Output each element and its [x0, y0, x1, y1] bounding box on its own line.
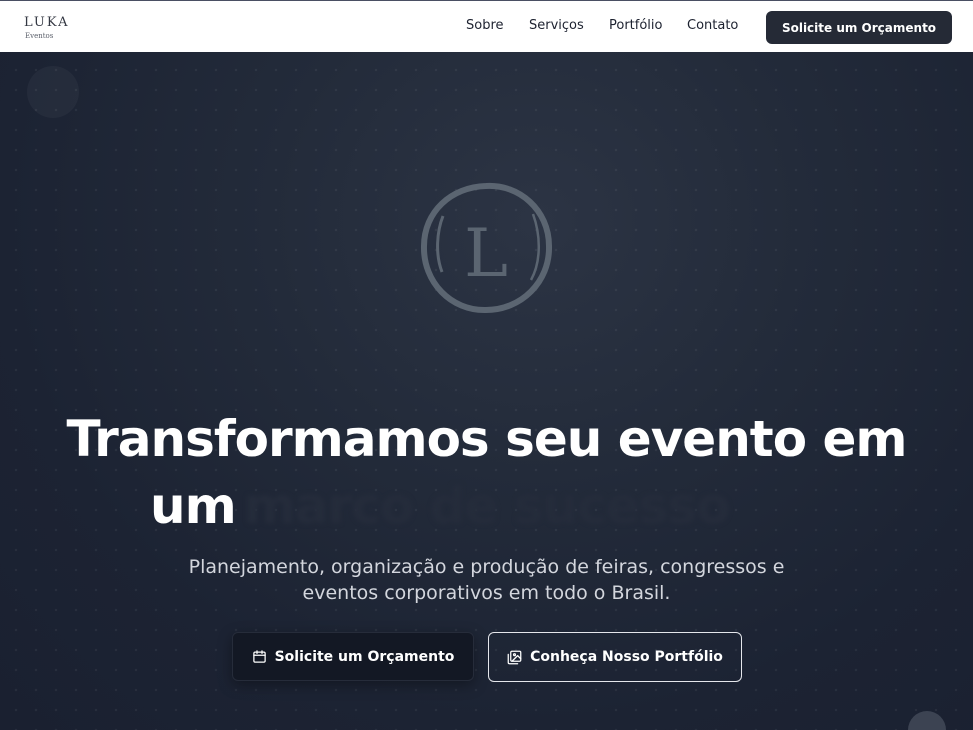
- navbar: LUKA Eventos Sobre Serviços Portfólio Co…: [0, 1, 973, 52]
- nav-link-contato[interactable]: Contato: [687, 18, 738, 33]
- calendar-icon: [252, 649, 267, 664]
- hero-quote-button-label: Solicite um Orçamento: [274, 648, 455, 665]
- hero-subtitle: Planejamento, organização e produção de …: [188, 556, 785, 604]
- hero-quote-button[interactable]: Solicite um Orçamento: [232, 632, 474, 681]
- brand-emblem-icon: L: [415, 176, 558, 319]
- hero-headline-line1: Transformamos seu evento em: [66, 410, 908, 468]
- nav-quote-button[interactable]: Solicite um Orçamento: [766, 11, 952, 44]
- hero-headline-highlight: marco de sucesso: [243, 477, 731, 535]
- image-gallery-icon: [507, 650, 522, 665]
- hero-section: L Transformamos seu evento em um marco de…: [0, 52, 973, 730]
- dot-pattern: [0, 52, 973, 730]
- nav-link-portfolio[interactable]: Portfólio: [609, 18, 662, 33]
- decorative-circle-top-left: [27, 66, 79, 118]
- nav-link-servicos[interactable]: Serviços: [529, 18, 584, 33]
- brand-name: LUKA: [24, 15, 70, 30]
- brand-tagline: Eventos: [25, 32, 54, 40]
- hero-portfolio-button[interactable]: Conheça Nosso Portfólio: [488, 632, 742, 682]
- emblem-letter: L: [464, 215, 508, 292]
- hero-headline-line2: um marco de sucesso: [150, 477, 730, 535]
- hero-portfolio-button-label: Conheça Nosso Portfólio: [530, 649, 723, 665]
- hero-headline-prefix: um: [150, 477, 237, 535]
- nav-link-sobre[interactable]: Sobre: [466, 18, 504, 33]
- brand-logo[interactable]: LUKA Eventos: [24, 15, 84, 45]
